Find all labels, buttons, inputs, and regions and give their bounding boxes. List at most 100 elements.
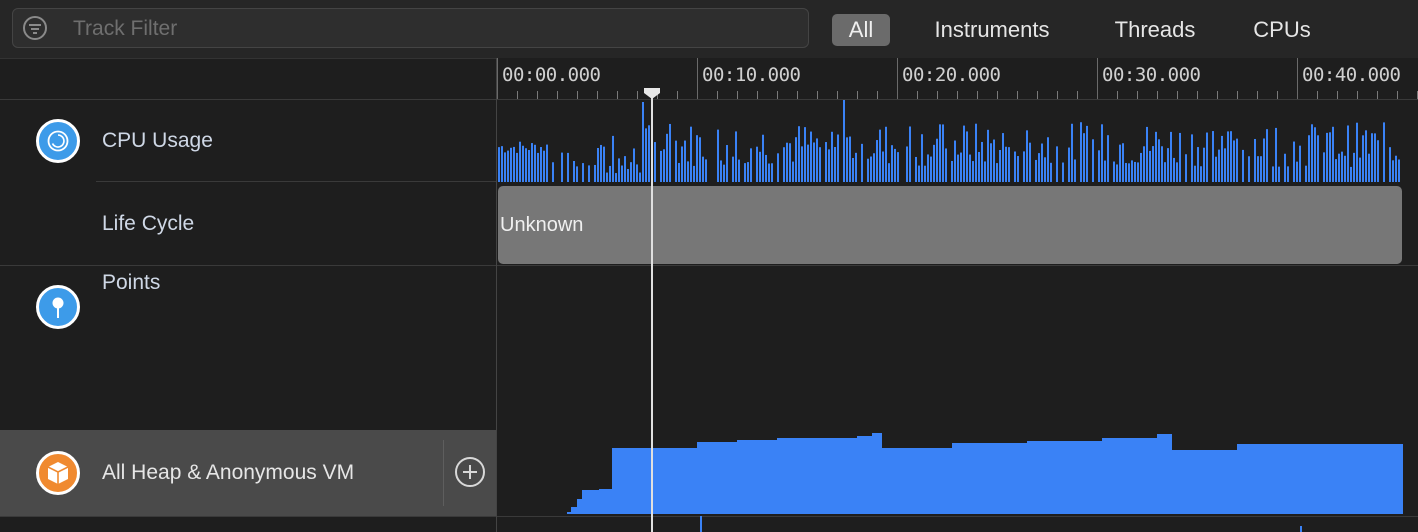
- cpu-usage-bar: [1176, 162, 1178, 182]
- cpu-usage-bar: [750, 148, 752, 182]
- cpu-usage-bar: [1335, 159, 1337, 182]
- cpu-usage-bar: [810, 131, 812, 182]
- cpu-usage-bar: [1002, 133, 1004, 182]
- cpu-usage-bar: [1398, 159, 1400, 182]
- cpu-usage-bar: [762, 134, 764, 182]
- cpu-usage-bar: [1293, 141, 1295, 182]
- cpu-usage-bar: [972, 161, 974, 182]
- cpu-usage-bar: [1047, 137, 1049, 182]
- cpu-usage-bar: [699, 137, 701, 182]
- cpu-usage-bar: [975, 123, 977, 182]
- cpu-usage-bar: [504, 152, 506, 182]
- filter-icon: [23, 16, 47, 40]
- cpu-usage-bar: [621, 165, 623, 182]
- cpu-usage-bar: [501, 146, 503, 182]
- cpu-usage-bar: [909, 126, 911, 182]
- cpu-usage-bar: [1035, 159, 1037, 182]
- cpu-usage-bar: [1332, 126, 1334, 182]
- cpu-usage-bar: [990, 143, 992, 182]
- cpu-usage-bar: [1098, 150, 1100, 182]
- cpu-usage-bar: [1122, 143, 1124, 182]
- cpu-usage-bar: [1131, 160, 1133, 182]
- segment-all[interactable]: All: [832, 14, 890, 46]
- cpu-usage-bar: [981, 141, 983, 182]
- cpu-usage-bar: [600, 144, 602, 182]
- cpu-usage-bar: [1071, 123, 1073, 182]
- cpu-usage-bar: [528, 150, 530, 182]
- cpu-usage-bar: [1008, 147, 1010, 182]
- cpu-usage-bar: [1206, 132, 1208, 182]
- cpu-usage-bar: [1140, 152, 1142, 182]
- cpu-usage-bar: [873, 153, 875, 182]
- playhead-handle-icon[interactable]: [642, 88, 662, 100]
- lifecycle-state-bar[interactable]: Unknown: [498, 186, 1402, 264]
- cpu-usage-bar: [1128, 163, 1130, 182]
- cpu-usage-bar: [954, 140, 956, 182]
- cpu-usage-bar: [552, 162, 554, 182]
- cpu-usage-bar: [693, 165, 695, 182]
- cpu-usage-bar: [633, 148, 635, 182]
- timeline-area[interactable]: [497, 58, 1418, 532]
- cpu-lifecycle-divider: [96, 181, 496, 182]
- cpu-usage-bar: [1317, 135, 1319, 182]
- cpu-usage-bar: [825, 142, 827, 182]
- cpu-usage-bar: [1161, 146, 1163, 182]
- cpu-usage-bar: [636, 164, 638, 182]
- add-track-button[interactable]: [455, 457, 485, 487]
- cpu-usage-bar: [1017, 156, 1019, 182]
- cpu-usage-bar: [675, 140, 677, 182]
- cpu-usage-bar: [891, 145, 893, 182]
- cpu-usage-bar: [945, 148, 947, 182]
- heap-header-divider: [443, 440, 444, 506]
- cpu-usage-bar: [1308, 135, 1310, 182]
- cpu-usage-bar: [1023, 151, 1025, 182]
- cpu-usage-bar: [516, 152, 518, 182]
- cpu-usage-bar: [702, 156, 704, 182]
- cpu-usage-bar: [849, 136, 851, 182]
- cpu-usage-bar: [888, 163, 890, 182]
- segment-instruments[interactable]: Instruments: [913, 14, 1071, 46]
- cpu-usage-bar: [510, 147, 512, 182]
- cpu-usage-bar: [666, 133, 668, 182]
- cpu-usage-bar: [1044, 157, 1046, 182]
- cpu-usage-bar: [1146, 126, 1148, 182]
- cpu-usage-bar: [1149, 150, 1151, 182]
- segment-cpus[interactable]: CPUs: [1239, 14, 1325, 46]
- cpu-usage-bar: [816, 138, 818, 182]
- cpu-usage-bar: [915, 156, 917, 182]
- cpu-usage-label: CPU Usage: [102, 129, 213, 152]
- cpu-usage-bar: [663, 149, 665, 182]
- cpu-usage-bar: [837, 134, 839, 182]
- cpu-usage-bar: [1104, 160, 1106, 182]
- cpu-usage-bar: [747, 162, 749, 182]
- cpu-usage-bar: [1356, 122, 1358, 182]
- cpu-usage-bar: [768, 163, 770, 182]
- cpu-usage-bar: [987, 129, 989, 182]
- cpu-usage-bar: [894, 148, 896, 182]
- cpu-usage-bar: [960, 152, 962, 182]
- cpu-usage-bar: [1329, 132, 1331, 182]
- cpu-usage-bar: [897, 152, 899, 182]
- cpu-usage-bar: [1068, 147, 1070, 182]
- cpu-usage-bar: [648, 125, 650, 182]
- cpu-usage-bar: [969, 154, 971, 182]
- track-filter-field[interactable]: [12, 8, 809, 49]
- cpu-usage-bar: [1359, 157, 1361, 182]
- cpu-usage-bar: [798, 126, 800, 182]
- cpu-usage-bar: [885, 126, 887, 182]
- cpu-usage-bar: [1119, 144, 1121, 182]
- cpu-usage-bar: [537, 152, 539, 182]
- cpu-usage-bar: [930, 156, 932, 182]
- cpu-usage-bar: [1197, 147, 1199, 182]
- cpu-usage-bar: [939, 124, 941, 182]
- cpu-usage-bar: [1224, 148, 1226, 182]
- segment-threads[interactable]: Threads: [1097, 14, 1213, 46]
- cpu-usage-bar: [918, 165, 920, 182]
- cpu-usage-bar: [732, 156, 734, 182]
- cpu-usage-bar: [1215, 156, 1217, 182]
- cpu-usage-bar: [588, 165, 590, 182]
- cpu-usage-bar: [1389, 147, 1391, 182]
- cpu-usage-bar: [1257, 156, 1259, 182]
- track-filter-input[interactable]: [71, 9, 775, 49]
- cpu-usage-bar: [1152, 146, 1154, 182]
